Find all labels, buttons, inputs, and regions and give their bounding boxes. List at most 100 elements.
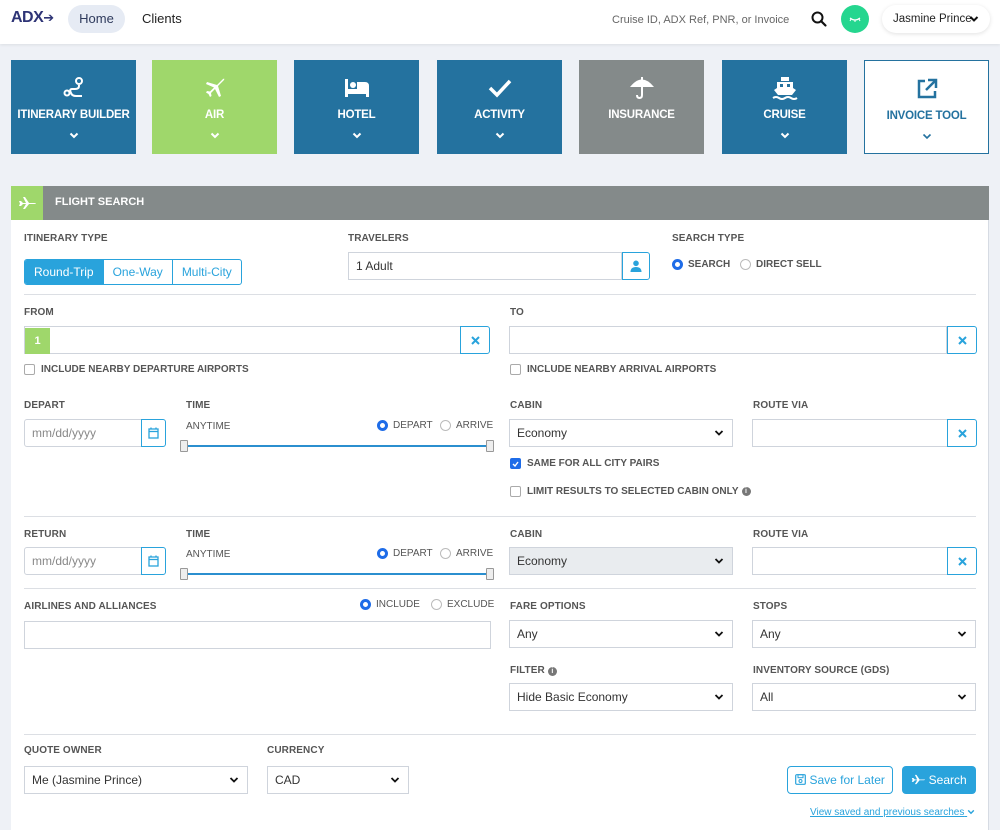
slider-min-handle[interactable] (180, 568, 188, 580)
tile-label: AIR (204, 109, 225, 121)
info-icon[interactable]: i (547, 667, 557, 676)
fare-options-select[interactable]: Any (509, 620, 733, 648)
return-time-mode-depart[interactable]: DEPART (377, 548, 433, 559)
return-calendar-button[interactable] (141, 547, 166, 575)
chevron-down-icon (714, 430, 724, 436)
travelers-field[interactable]: 1 Adult (348, 252, 622, 280)
travelers-label: TRAVELERS (348, 233, 409, 244)
info-icon[interactable]: i (741, 487, 751, 496)
search-button[interactable]: Search (902, 766, 976, 794)
tile-invoice-tool[interactable]: INVOICE TOOL (864, 60, 989, 154)
check-icon (437, 75, 562, 101)
return-label: RETURN (24, 529, 67, 540)
tile-air[interactable]: AIR (152, 60, 277, 154)
filter-label: FILTER i (510, 665, 557, 676)
close-icon (470, 335, 480, 345)
depart-date-input[interactable]: mm/dd/yyyy (24, 419, 142, 447)
depart-cabin-select[interactable]: Economy (509, 419, 733, 447)
divider (24, 734, 976, 735)
same-for-all-city-pairs-checkbox[interactable]: SAME FOR ALL CITY PAIRS (510, 458, 659, 469)
itinerary-one-way[interactable]: One-Way (102, 260, 172, 284)
return-time-label: TIME (186, 529, 211, 540)
tile-hotel[interactable]: HOTEL (294, 60, 419, 154)
flight-search-panel: FLIGHT SEARCH ITINERARY TYPE Round-Trip … (11, 186, 989, 830)
return-cabin-select[interactable]: Economy (509, 547, 733, 575)
divider (24, 516, 976, 517)
tile-label: ITINERARY BUILDER (17, 109, 130, 121)
chevron-down-icon (229, 777, 239, 783)
adx-logo[interactable]: ADX➔ (11, 9, 54, 27)
search-type-search[interactable]: SEARCH (672, 259, 730, 270)
select-value: Economy (517, 554, 568, 568)
nav-home[interactable]: Home (68, 5, 125, 33)
depart-time-slider (180, 440, 494, 452)
nav-clients[interactable]: Clients (142, 5, 182, 33)
slider-max-handle[interactable] (486, 568, 494, 580)
radio-selected (672, 259, 683, 270)
search-icon[interactable] (810, 10, 830, 30)
select-value: Hide Basic Economy (517, 690, 628, 704)
save-for-later-button[interactable]: Save for Later (787, 766, 893, 794)
radio-label: SEARCH (688, 259, 731, 270)
plane-icon (11, 186, 43, 220)
depart-label: DEPART (24, 400, 65, 411)
airlines-include[interactable]: INCLUDE (360, 599, 420, 610)
tile-activity[interactable]: ACTIVITY (437, 60, 562, 154)
depart-calendar-button[interactable] (141, 419, 166, 447)
currency-select[interactable]: CAD (267, 766, 409, 794)
chevron-down-icon (969, 16, 979, 22)
inventory-source-select[interactable]: All (752, 683, 976, 711)
search-type-direct-sell[interactable]: DIRECT SELL (740, 259, 822, 270)
itinerary-multi-city[interactable]: Multi-City (171, 260, 241, 284)
chevron-down-icon (957, 694, 967, 700)
slider-max-handle[interactable] (486, 440, 494, 452)
return-route-via-input[interactable] (752, 547, 948, 575)
global-search-input[interactable] (612, 10, 792, 30)
return-date-input[interactable]: mm/dd/yyyy (24, 547, 142, 575)
limit-cabin-checkbox[interactable]: LIMIT RESULTS TO SELECTED CABIN ONLY i (510, 486, 751, 497)
chevron-down-icon (152, 132, 277, 139)
clear-from-button[interactable] (460, 326, 490, 354)
avatar[interactable] (841, 5, 869, 33)
checkbox (510, 486, 521, 497)
close-icon (957, 428, 967, 438)
select-value: Me (Jasmine Prince) (32, 773, 143, 787)
clear-depart-route-via-button[interactable] (947, 419, 977, 447)
airlines-input[interactable] (24, 621, 491, 649)
close-icon (957, 335, 967, 345)
radio-label: EXCLUDE (447, 599, 495, 610)
chevron-down-icon (957, 631, 967, 637)
traveler-picker-button[interactable] (622, 252, 650, 280)
depart-time-mode-arrive[interactable]: ARRIVE (440, 420, 493, 431)
closed-eye-icon (849, 17, 861, 22)
quote-owner-select[interactable]: Me (Jasmine Prince) (24, 766, 248, 794)
include-nearby-arrival-checkbox[interactable]: INCLUDE NEARBY ARRIVAL AIRPORTS (510, 364, 716, 375)
include-nearby-departure-checkbox[interactable]: INCLUDE NEARBY DEPARTURE AIRPORTS (24, 364, 249, 375)
chevron-down-icon (11, 132, 136, 139)
from-input[interactable]: 1 (24, 326, 461, 354)
stops-select[interactable]: Any (752, 620, 976, 648)
view-saved-searches-link[interactable]: View saved and previous searches (810, 807, 975, 818)
clear-to-button[interactable] (947, 326, 977, 354)
return-time-value: ANYTIME (186, 549, 231, 560)
ship-icon (722, 75, 847, 101)
filter-select[interactable]: Hide Basic Economy (509, 683, 733, 711)
checkbox (510, 364, 521, 375)
clear-return-route-via-button[interactable] (947, 547, 977, 575)
user-menu[interactable]: Jasmine Prince (882, 5, 990, 33)
return-time-mode-arrive[interactable]: ARRIVE (440, 548, 493, 559)
itinerary-round-trip[interactable]: Round-Trip (25, 260, 103, 284)
tile-insurance[interactable]: INSURANCE (579, 60, 704, 154)
depart-route-via-input[interactable] (752, 419, 948, 447)
slider-min-handle[interactable] (180, 440, 188, 452)
depart-time-mode-depart[interactable]: DEPART (377, 420, 433, 431)
tile-cruise[interactable]: CRUISE (722, 60, 847, 154)
calendar-icon (148, 555, 159, 567)
checkbox-checked (510, 458, 521, 469)
airlines-exclude[interactable]: EXCLUDE (431, 599, 494, 610)
quote-owner-label: QUOTE OWNER (24, 745, 102, 756)
to-input[interactable] (509, 326, 947, 354)
tile-itinerary-builder[interactable]: ITINERARY BUILDER (11, 60, 136, 154)
chevron-down-icon (437, 132, 562, 139)
chevron-down-icon (714, 558, 724, 564)
